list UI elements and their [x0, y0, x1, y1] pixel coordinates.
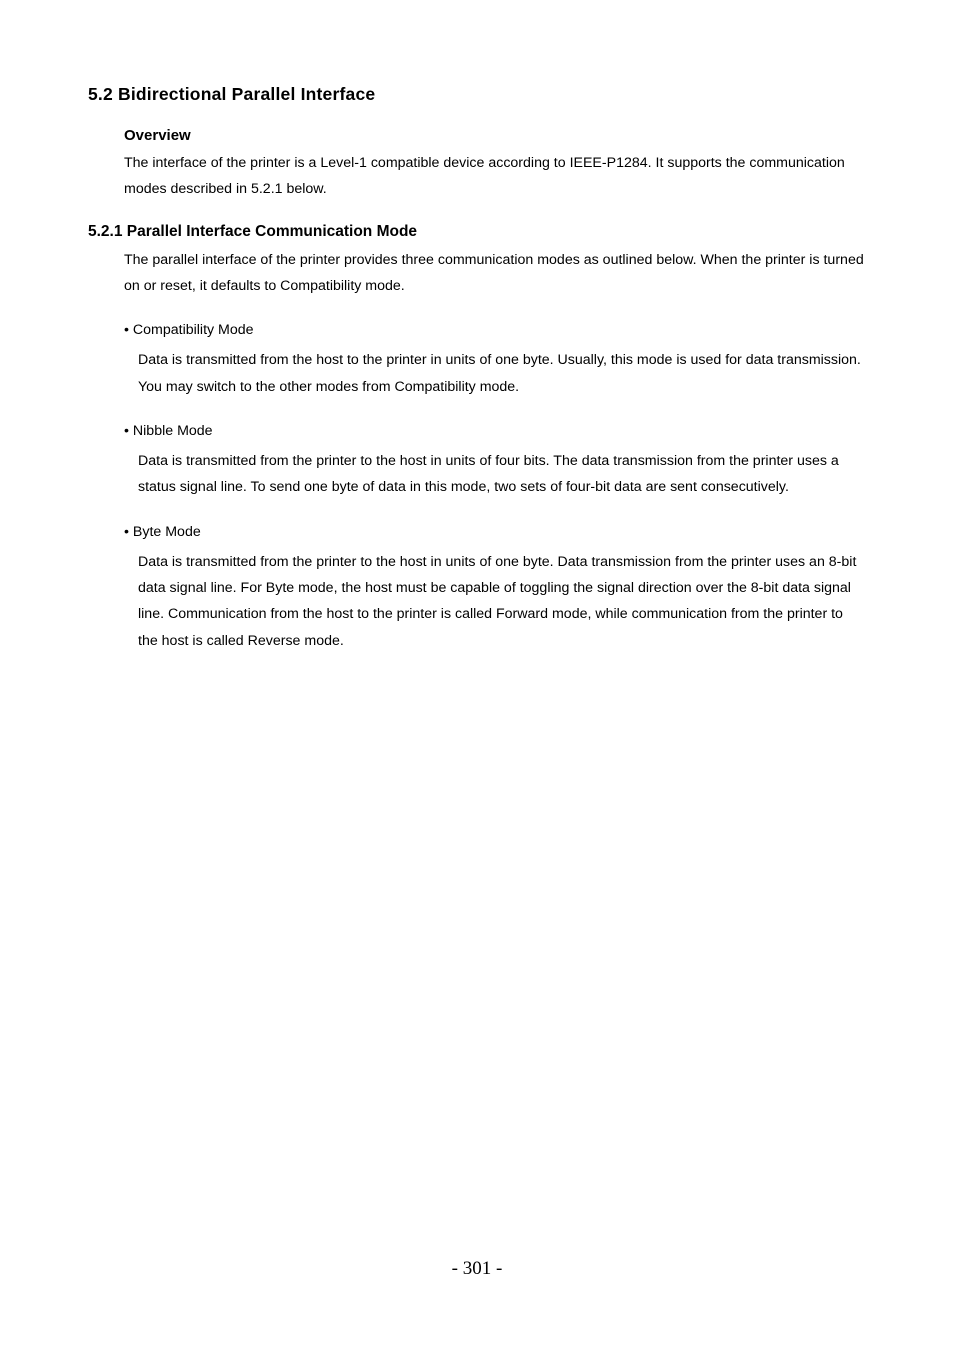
- bullet-body: Data is transmitted from the printer to …: [138, 448, 866, 501]
- document-page: 5.2 Bidirectional Parallel Interface Ove…: [0, 0, 954, 1350]
- subsection-paragraph: The parallel interface of the printer pr…: [124, 247, 866, 300]
- subsection-heading: 5.2.1 Parallel Interface Communication M…: [88, 223, 866, 241]
- overview-paragraph: The interface of the printer is a Level-…: [124, 150, 866, 203]
- bullet-body: Data is transmitted from the printer to …: [138, 549, 866, 654]
- bullet-body: Data is transmitted from the host to the…: [138, 347, 866, 400]
- bullet-title: • Compatibility Mode: [124, 317, 866, 343]
- bullet-title: • Nibble Mode: [124, 418, 866, 444]
- overview-heading: Overview: [124, 127, 866, 144]
- section-heading: 5.2 Bidirectional Parallel Interface: [88, 84, 866, 105]
- page-number: - 301 -: [0, 1258, 954, 1280]
- bullet-title: • Byte Mode: [124, 519, 866, 545]
